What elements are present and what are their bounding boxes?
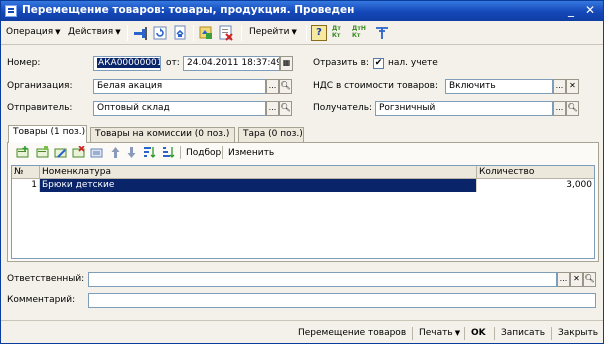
tax-accounting-label: нал. учете: [388, 58, 438, 68]
open-search-icon[interactable]: 🔍︎: [583, 272, 596, 287]
comment-field[interactable]: [88, 293, 596, 308]
delete-row-icon[interactable]: [72, 146, 85, 159]
dropdown-arrow-icon: ▼: [291, 28, 297, 36]
toolbar-separator: [222, 146, 223, 159]
clear-icon[interactable]: ✕: [566, 79, 579, 94]
document-icon: [5, 5, 17, 17]
column-header-item[interactable]: Номенклатура: [40, 166, 477, 179]
sender-label: Отправитель:: [7, 103, 73, 113]
open-search-icon[interactable]: 🔍︎: [279, 101, 292, 116]
goto-menu[interactable]: Перейти ▼: [249, 27, 297, 37]
toolbar-separator: [494, 327, 495, 340]
change-button[interactable]: Изменить: [228, 148, 274, 158]
calendar-icon[interactable]: ▦: [280, 56, 293, 71]
ok-button[interactable]: OK: [466, 325, 491, 342]
toolbar-separator: [306, 25, 307, 41]
table-row[interactable]: 1 Брюки детские 3,000: [12, 179, 594, 192]
receiver-field[interactable]: Рогзничный: [375, 101, 553, 116]
selection-button[interactable]: Подбор: [186, 148, 221, 158]
document-window: Перемещение товаров: товары, продукция. …: [0, 0, 604, 344]
refresh-file-icon[interactable]: [172, 25, 188, 41]
number-field[interactable]: АКА00000001: [93, 56, 161, 71]
column-header-number[interactable]: №: [12, 166, 40, 179]
dropdown-arrow-icon: ▼: [454, 329, 461, 337]
transfer-goods-button[interactable]: Перемещение товаров: [293, 325, 411, 342]
receiver-label: Получатель:: [313, 103, 373, 113]
number-value: АКА00000001: [97, 58, 160, 68]
refresh-icon[interactable]: [152, 25, 168, 41]
row-number-cell: 1: [12, 179, 40, 192]
close-button[interactable]: Закрыть: [553, 325, 603, 342]
dropdown-arrow-icon: ▼: [115, 28, 121, 36]
goods-table[interactable]: № Номенклатура Количество 1 Брюки детски…: [11, 165, 595, 259]
toolbar-separator: [180, 146, 181, 159]
organization-field[interactable]: Белая акация: [93, 79, 266, 94]
toolbar-separator: [241, 25, 242, 41]
tab-goods[interactable]: Товары (1 поз.): [8, 125, 87, 143]
toolbar-separator: [193, 25, 194, 41]
filter-icon[interactable]: [374, 25, 390, 41]
open-search-icon[interactable]: 🔍︎: [566, 101, 579, 116]
select-button[interactable]: ...: [266, 101, 279, 116]
end-edit-icon[interactable]: [90, 146, 103, 159]
tab-commission-goods[interactable]: Товары на комиссии (0 поз.): [90, 127, 235, 142]
item-cell[interactable]: Брюки детские: [40, 179, 477, 192]
window-title: Перемещение товаров: товары, продукция. …: [22, 4, 355, 16]
comment-label: Комментарий:: [7, 295, 76, 305]
dt-kt-n-icon[interactable]: ДтН Кт: [352, 25, 368, 41]
vat-label: НДС в стоимости товаров:: [313, 81, 438, 91]
open-search-icon[interactable]: 🔍︎: [279, 79, 292, 94]
responsible-field[interactable]: [88, 272, 557, 287]
main-toolbar: Операция ▼ Действия ▼ Перейти ▼ ? Дт Кт ДтН…: [1, 21, 603, 45]
dt-kt-icon[interactable]: Дт Кт: [332, 25, 348, 41]
help-icon[interactable]: ?: [311, 25, 327, 41]
toolbar-separator: [464, 327, 465, 340]
tab-containers[interactable]: Тара (0 поз.): [238, 127, 304, 142]
actions-menu[interactable]: Действия ▼: [68, 27, 121, 37]
add-row-icon[interactable]: [16, 146, 29, 159]
vat-field[interactable]: Включить: [445, 79, 553, 94]
column-header-quantity[interactable]: Количество: [477, 166, 594, 179]
title-bar[interactable]: Перемещение товаров: товары, продукция. …: [1, 1, 603, 21]
cancel-posting-icon[interactable]: [218, 25, 234, 41]
select-button[interactable]: ...: [557, 272, 570, 287]
tax-accounting-checkbox[interactable]: ✔: [373, 58, 384, 69]
bottom-command-bar: Перемещение товаров Печать ▼ OK Записать …: [1, 320, 603, 344]
table-toolbar: Подбор Изменить: [8, 143, 598, 163]
date-field[interactable]: 24.04.2011 18:37:49: [183, 56, 280, 71]
sort-asc-icon[interactable]: [143, 146, 156, 159]
actions-menu-label: Действия: [68, 27, 114, 37]
dropdown-arrow-icon: ▼: [55, 28, 61, 36]
structure-icon[interactable]: [198, 25, 214, 41]
sort-desc-icon[interactable]: [162, 146, 175, 159]
operation-menu-label: Операция: [6, 27, 54, 37]
select-button[interactable]: ...: [553, 79, 566, 94]
pin-icon[interactable]: [132, 25, 148, 41]
close-window-button[interactable]: ✕: [583, 4, 597, 18]
reflect-label: Отразить в:: [313, 58, 369, 68]
toolbar-separator: [127, 25, 128, 41]
organization-label: Организация:: [7, 81, 73, 91]
print-menu-label: Печать: [419, 328, 453, 338]
copy-row-icon[interactable]: [36, 146, 49, 159]
toolbar-separator: [551, 327, 552, 340]
toolbar-separator: [412, 327, 413, 340]
select-button[interactable]: ...: [553, 101, 566, 116]
sender-field[interactable]: Оптовый склад: [93, 101, 266, 116]
goto-menu-label: Перейти: [249, 27, 290, 37]
print-menu[interactable]: Печать ▼: [414, 325, 465, 342]
edit-row-icon[interactable]: [54, 146, 67, 159]
responsible-label: Ответственный:: [7, 274, 85, 284]
quantity-cell[interactable]: 3,000: [477, 179, 594, 192]
move-up-icon[interactable]: [109, 146, 122, 159]
operation-menu[interactable]: Операция ▼: [6, 27, 61, 37]
number-label: Номер:: [7, 58, 41, 68]
save-button[interactable]: Записать: [496, 325, 550, 342]
minimize-button[interactable]: _: [564, 4, 578, 18]
date-label: от:: [166, 58, 180, 68]
select-button[interactable]: ...: [266, 79, 279, 94]
goods-tab-panel: Подбор Изменить № Номенклатура Количеств…: [7, 142, 599, 262]
move-down-icon[interactable]: [125, 146, 138, 159]
clear-icon[interactable]: ✕: [570, 272, 583, 287]
